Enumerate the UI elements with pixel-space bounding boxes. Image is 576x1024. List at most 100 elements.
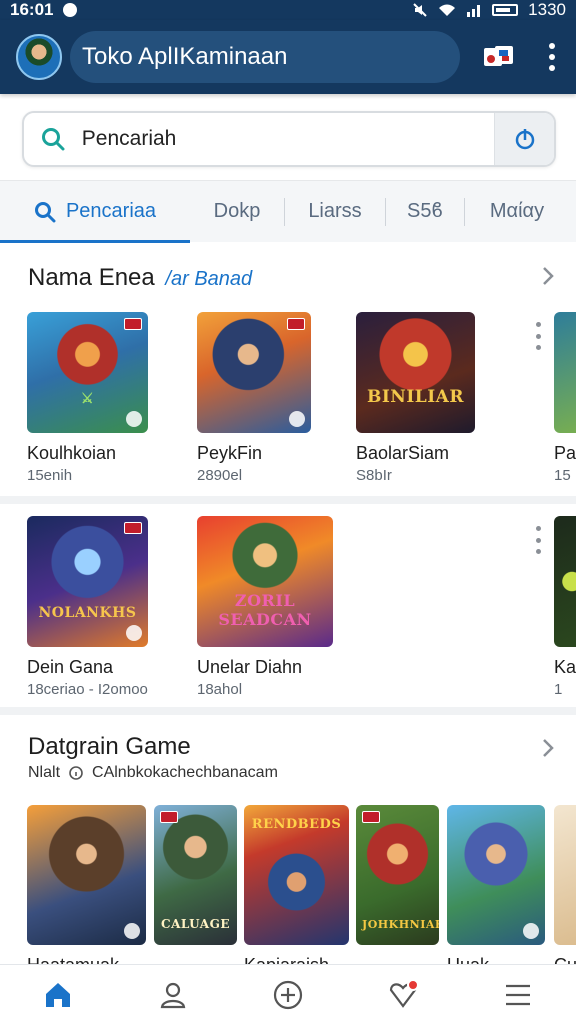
badge-icon [362,811,380,823]
app-title: PeykFin [197,443,263,463]
app-card[interactable]: RENDBEDS Kapiaraish [244,805,349,976]
app-logo-text: RENDBEDS [251,817,342,832]
app-thumbnail [554,312,576,433]
app-thumbnail: CALUAGE [154,805,237,945]
app-card[interactable]: Uuak [447,805,545,976]
badge-icon [160,811,178,823]
search-icon[interactable] [24,113,82,165]
add-circle-icon[interactable] [258,967,318,1023]
voice-search-icon[interactable] [494,113,554,165]
info-icon [69,766,83,780]
tab-label: S5ϐ [407,200,443,222]
app-title: Pa [554,443,576,463]
more-vert-icon[interactable] [533,322,543,350]
app-title: Toko AplIKaminaan [70,31,460,83]
app-subtitle: 18ahol [197,681,243,698]
mute-icon [413,3,427,17]
notification-badge [407,978,420,991]
app-card[interactable]: ⚔ Koulhkoian 15enih [27,312,148,484]
chevron-right-icon[interactable] [538,738,558,758]
status-bar: 16:01 1330 [0,0,576,20]
section-title-text: Nama Enea [28,264,155,291]
app-thumbnail [27,805,146,945]
search-bar [22,111,556,167]
tab-dokp[interactable]: Dokp [190,181,284,243]
section-divider [0,496,576,504]
tab-maiay[interactable]: Mαίαy [465,181,569,243]
notification-icon [63,3,78,17]
app-thumbnail [447,805,545,945]
tab-label: Pencariaa [65,200,157,222]
signal-icon [467,5,481,17]
app-thumbnail: RENDBEDS [244,805,349,945]
more-vert-icon[interactable] [540,37,564,77]
badge-icon [124,522,142,534]
search-icon [34,201,56,222]
wifi-icon [439,4,456,16]
app-card[interactable]: Ka 1 [554,516,576,698]
app-logo-text: JOHKHNIAK [362,918,439,931]
status-time: 16:01 [10,0,54,19]
status-icons: 1330 [412,0,566,20]
app-thumbnail: JOHKHNIAK [356,805,439,945]
app-card[interactable]: ZORIL SEADCAN Unelar Diahn 18ahol [197,516,333,698]
home-icon[interactable] [28,967,88,1023]
app-thumbnail: BINILIAR [356,312,475,433]
section-title: Nama Enea /ar Banad [28,264,252,292]
menu-icon[interactable] [488,967,548,1023]
search-input[interactable] [81,127,495,151]
app-screen: 16:01 1330 Toko AplIKaminaan Pencariah P… [0,0,576,1024]
app-logo-text: BINILIAR [366,387,465,407]
section-title: Datgrain Game [28,733,191,760]
app-card[interactable]: Cu [554,805,576,976]
favorites-icon[interactable] [373,967,433,1023]
badge-icon [124,318,142,330]
app-title: Dein Gana [27,657,114,677]
subtitle-right: CAlnbkokachechbanacam [92,764,278,781]
tab-pencariaa[interactable]: Pencariaa [0,181,190,243]
tab-label: Dokp [213,200,261,222]
app-card[interactable]: JOHKHNIAK [356,805,439,955]
app-card[interactable]: Pa 15 [554,312,576,484]
more-vert-icon[interactable] [533,526,543,554]
profile-icon[interactable] [143,967,203,1023]
app-logo-text: NOLANKHS [38,605,137,621]
corner-icon [523,923,539,939]
tab-liarss[interactable]: Liarss [285,181,385,243]
app-thumbnail [554,516,576,647]
app-card[interactable]: Haatamuak [27,805,146,976]
app-card[interactable]: PeykFin 2890el [197,312,311,484]
app-logo-text: CALUAGE [161,917,230,931]
tab-s5[interactable]: S5ϐ [386,181,464,243]
app-thumbnail [197,312,311,433]
category-tabs: Pencariaa Dokp Liarss S5ϐ Mαίαy [0,180,576,243]
app-subtitle: 15enih [27,467,73,484]
subtitle-left: Nlalt [28,764,61,781]
corner-icon [289,411,305,427]
app-card[interactable]: CALUAGE [154,805,237,955]
badge-icon [287,318,305,330]
app-title: Unelar Diahn [197,657,303,677]
app-subtitle: S8bIr [356,467,392,484]
app-card[interactable]: BINILIAR BaolarSiam S8bIr [356,312,475,484]
app-title: Ka [554,657,576,677]
chevron-right-icon[interactable] [538,266,558,286]
app-subtitle: 1 [554,681,563,698]
tab-label: Mαίαy [489,200,545,222]
corner-icon [126,411,142,427]
app-bar: Toko AplIKaminaan [0,20,576,94]
app-subtitle: 2890el [197,467,243,484]
app-thumbnail [554,805,576,945]
avatar[interactable] [16,34,62,80]
app-thumbnail: ⚔ [27,312,148,433]
corner-icon [126,625,142,641]
app-title: BaolarSiam [356,443,450,463]
app-logo-text: ZORIL SEADCAN [218,591,312,629]
app-thumbnail: NOLANKHS [27,516,148,647]
app-title: Koulhkoian [27,443,117,463]
battery-icon [492,4,519,16]
corner-icon [124,923,140,939]
app-thumbnail: ZORIL SEADCAN [197,516,333,647]
app-card[interactable]: NOLANKHS Dein Gana 18ceriao - I2omoo [27,516,148,698]
flag-icon[interactable] [482,45,516,69]
